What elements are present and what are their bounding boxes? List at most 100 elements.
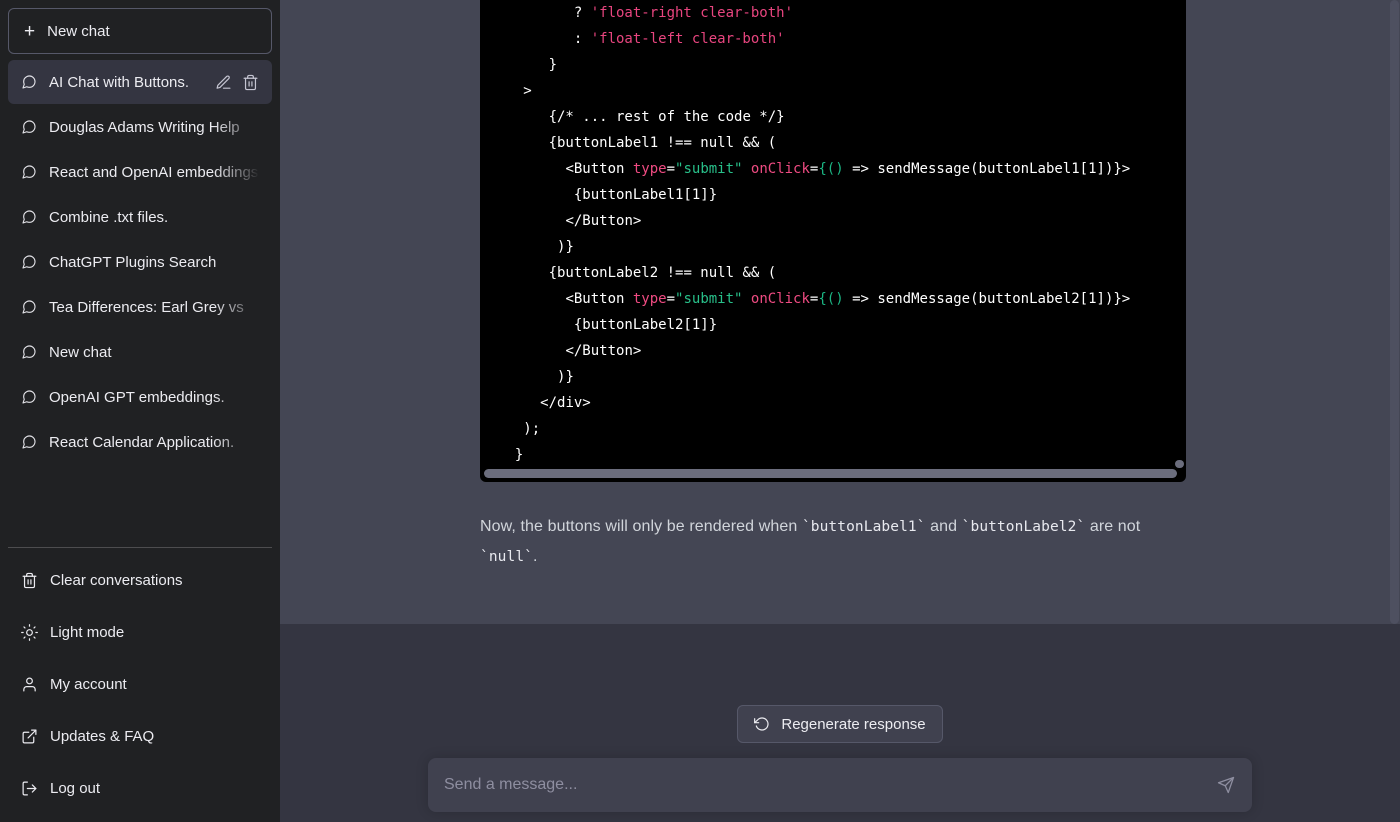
code-line: </div> [498,395,591,411]
code-vertical-scrollbar[interactable] [1175,0,1184,468]
page-scrollbar[interactable] [1389,0,1400,822]
external-link-icon [21,728,38,745]
sidebar-footer-label: Light mode [50,623,125,641]
sidebar-footer-item-my-account[interactable]: My account [8,658,272,710]
message-input-wrapper[interactable] [428,758,1252,812]
code-token-plain: > [523,83,532,99]
sun-icon [21,623,38,641]
code-token-plain: <Button [565,291,633,307]
send-icon[interactable] [1212,771,1240,799]
code-line: {buttonLabel1[1]} [498,187,717,203]
code-line: {buttonLabel2[1]} [498,317,717,333]
logout-icon [21,780,38,797]
code-line: } [498,57,557,73]
sidebar-footer-item-light-mode[interactable]: Light mode [8,606,272,658]
message-input-row [280,758,1400,812]
sidebar-footer-item-clear-conversations[interactable]: Clear conversations [8,554,272,606]
code-token-plain: : [573,31,591,47]
conversation-item[interactable]: Tea Differences: Earl Grey vs [8,285,272,329]
edit-icon[interactable] [215,74,232,91]
conversation-title: Tea Differences: Earl Grey vs [49,298,244,316]
code-token-plain: } [514,447,524,463]
code-line: {buttonLabel2 !== null && ( [498,265,777,281]
user-icon [21,676,38,693]
conversation-item-active[interactable]: AI Chat with Buttons. [8,60,272,104]
code-scroll-viewport[interactable]: ? 'float-right clear-both' : 'float-left… [480,0,1186,468]
code-token-val: "submit" [675,161,743,177]
conversation-item[interactable]: ChatGPT Plugins Search [8,240,272,284]
refresh-icon [754,716,770,732]
code-token-val: "submit" [675,291,743,307]
code-token-str: 'float-left clear-both' [590,31,785,47]
page-scroll-thumb[interactable] [1390,0,1399,624]
sidebar-footer-item-log-out[interactable]: Log out [8,762,272,814]
inline-code-buttonlabel2: `buttonLabel2` [961,519,1086,535]
trash-icon [21,572,38,589]
message-input[interactable] [428,776,1252,794]
code-line: ); [498,421,540,437]
code-token-attr: type [632,291,667,307]
code-token-plain: {buttonLabel1[1]} [573,187,718,203]
composer-area: Regenerate response [280,624,1400,822]
code-line: )} [498,369,574,385]
paragraph-middle: and [925,518,962,535]
code-token-plain: } [548,57,558,73]
code-vertical-scroll-thumb[interactable] [1175,460,1184,468]
conversation-title: AI Chat with Buttons. [49,73,190,91]
code-text: ? 'float-right clear-both' : 'float-left… [480,0,1186,468]
code-token-str: 'float-right clear-both' [590,5,794,21]
chat-bubble-icon [21,164,37,180]
code-line: > [498,83,532,99]
code-token-plain: {buttonLabel2 !== null && ( [548,265,777,281]
conversation-item[interactable]: Combine .txt files. [8,195,272,239]
chat-bubble-icon [21,434,37,450]
sidebar: + New chat AI Chat with Buttons. Douglas … [0,0,280,822]
code-token-plain: </Button> [565,213,642,229]
chat-bubble-icon [21,119,37,135]
code-horizontal-scroll-thumb[interactable] [484,469,1177,478]
sidebar-footer-label: Log out [50,779,101,797]
chat-bubble-icon [21,74,37,90]
code-token-plain: )} [557,369,574,385]
chat-bubble-icon [21,389,37,405]
conversation-item[interactable]: OpenAI GPT embeddings. [8,375,272,419]
conversation-item[interactable]: Douglas Adams Writing Help [8,105,272,149]
main-panel: ? 'float-right clear-both' : 'float-left… [280,0,1400,822]
paragraph-after: are not [1085,518,1141,535]
code-token-plain: {buttonLabel1 !== null && ( [548,135,777,151]
sidebar-footer-item-updates-faq[interactable]: Updates & FAQ [8,710,272,762]
code-line: {/* ... rest of the code */} [498,109,785,125]
code-block[interactable]: ? 'float-right clear-both' : 'float-left… [480,0,1186,482]
code-line: ? 'float-right clear-both' [498,5,793,21]
sidebar-footer: Clear conversations Light mode My account U… [8,547,272,814]
code-line: {buttonLabel1 !== null && ( [498,135,777,151]
conversation-item[interactable]: React and OpenAI embeddings [8,150,272,194]
message-scroll-area[interactable]: ? 'float-right clear-both' : 'float-left… [280,0,1400,624]
regenerate-response-button[interactable]: Regenerate response [737,705,943,743]
code-token-paren: {() [818,291,844,307]
code-token-plain: = [666,161,676,177]
chat-bubble-icon [21,299,37,315]
chat-bubble-icon [21,344,37,360]
conversation-item[interactable]: React Calendar Application. [8,420,272,464]
regenerate-row: Regenerate response [280,705,1400,743]
code-token-plain: {/* ... rest of the code */} [548,109,785,125]
new-chat-label: New chat [47,22,110,40]
delete-icon[interactable] [242,74,259,91]
code-token-attr: type [632,161,667,177]
conversation-actions [215,74,259,91]
code-token-attr: onClick [750,291,810,307]
code-horizontal-scrollbar[interactable] [484,469,1182,478]
conversation-title: New chat [49,343,112,361]
new-chat-button[interactable]: + New chat [8,8,272,54]
code-token-plain: <Button [565,161,633,177]
code-token-plain: </div> [540,395,591,411]
paragraph-before: Now, the buttons will only be rendered w… [480,518,802,535]
sidebar-footer-label: Updates & FAQ [50,727,155,745]
plus-icon: + [24,20,36,42]
conversation-list[interactable]: AI Chat with Buttons. Douglas Adams Writi… [8,60,272,547]
code-line: <Button type="submit" onClick={() => sen… [498,291,1130,307]
conversation-item[interactable]: New chat [8,330,272,374]
